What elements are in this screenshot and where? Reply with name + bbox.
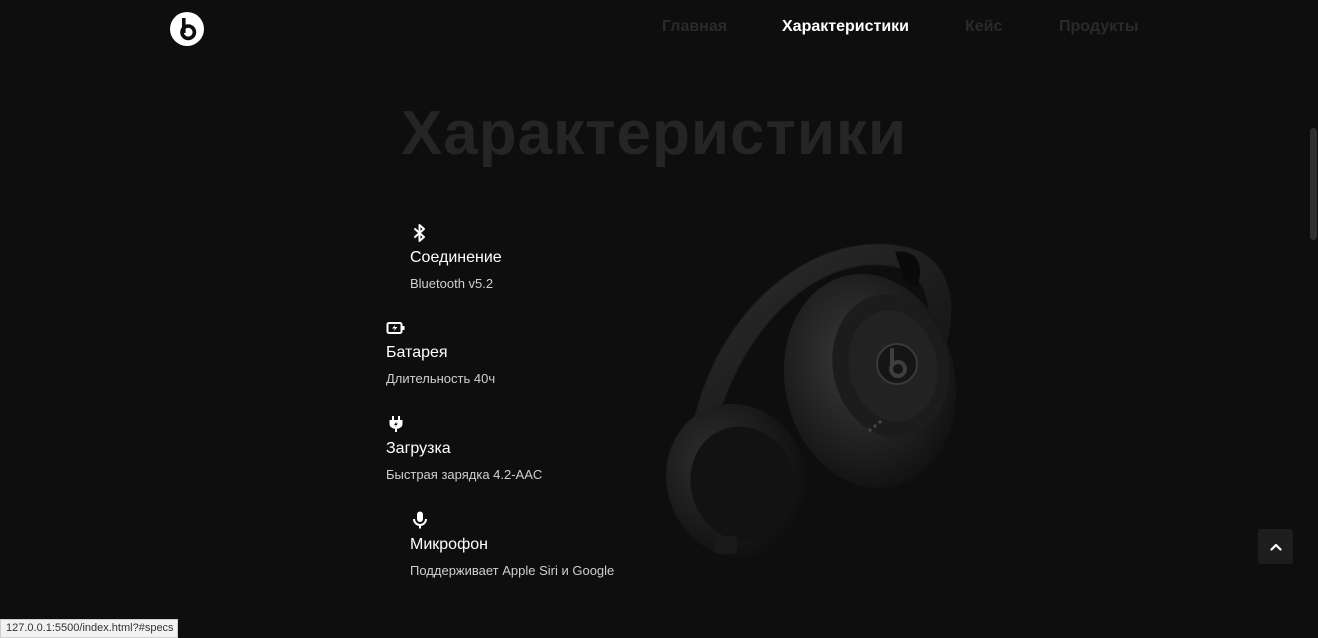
battery-charging-icon (386, 322, 405, 334)
plug-icon (389, 416, 403, 432)
spec-name: Батарея (386, 344, 448, 361)
scrollbar-thumb[interactable] (1310, 128, 1317, 240)
microphone-icon (413, 511, 427, 529)
nav-link-products[interactable]: Продукты (1059, 18, 1139, 36)
back-to-top-button[interactable] (1258, 529, 1293, 564)
nav-link-case[interactable]: Кейс (965, 18, 1002, 36)
spec-name: Загрузка (386, 440, 451, 457)
main-nav: Главная Характеристики Кейс Продукты (0, 18, 1318, 40)
page-scrollbar[interactable] (1308, 0, 1318, 638)
spec-item-charging: Загрузка Быстрая зарядка 4.2-AAC (386, 414, 542, 482)
specs-page: Главная Характеристики Кейс Продукты Хар… (0, 0, 1318, 638)
spec-item-connection: Соединение Bluetooth v5.2 (410, 223, 502, 291)
nav-link-home[interactable]: Главная (662, 18, 727, 36)
bluetooth-icon (414, 224, 425, 242)
spec-desc: Длительность 40ч (386, 371, 496, 386)
spec-desc: Быстрая зарядка 4.2-AAC (386, 467, 543, 482)
chevron-up-icon (1269, 543, 1282, 551)
browser-status-url: 127.0.0.1:5500/index.html?#specs (0, 619, 178, 638)
spec-name: Микрофон (410, 536, 488, 553)
spec-desc: Поддерживает Apple Siri и Google (410, 563, 615, 578)
section-title: Характеристики (400, 99, 908, 168)
spec-item-microphone: Микрофон Поддерживает Apple Siri и Googl… (410, 510, 614, 578)
spec-item-battery: Батарея Длительность 40ч (386, 318, 495, 386)
headphones-image (666, 243, 957, 559)
nav-link-specs[interactable]: Характеристики (782, 18, 909, 36)
spec-desc: Bluetooth v5.2 (410, 276, 494, 291)
spec-name: Соединение (410, 249, 502, 266)
